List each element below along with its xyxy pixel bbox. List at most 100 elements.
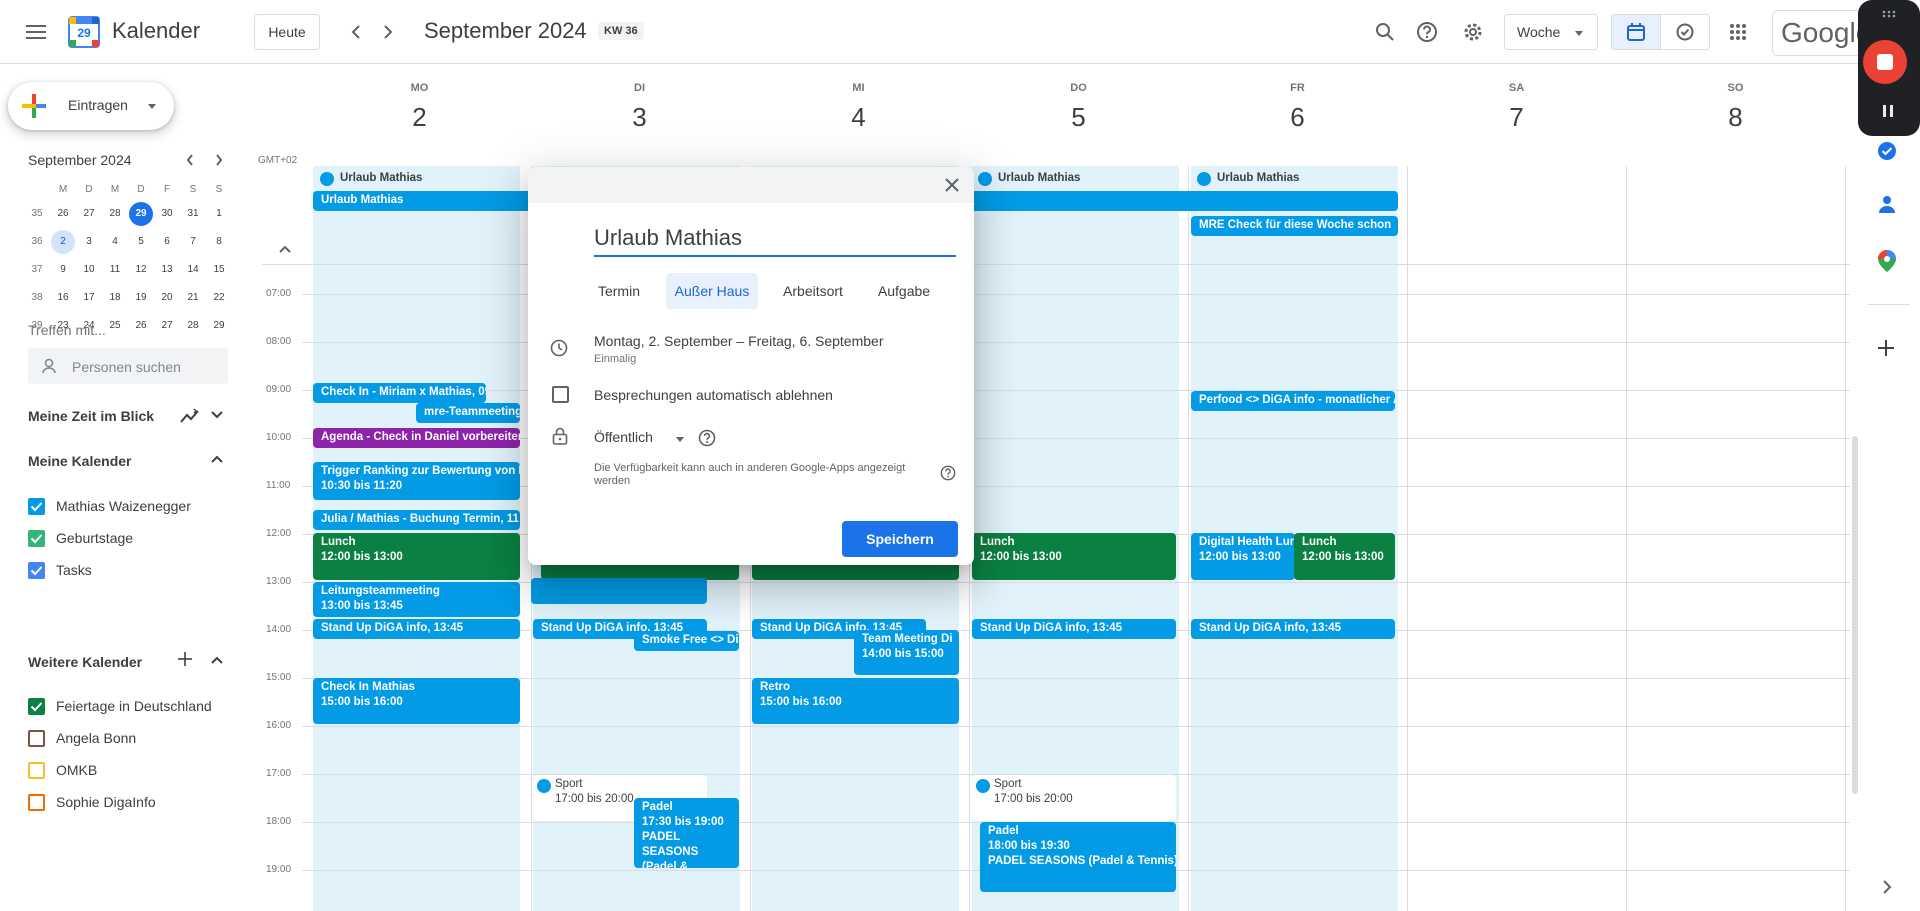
event-block[interactable]: Lunch 12:00 bis 13:00: [1294, 533, 1395, 580]
event-title: Urlaub Mathias: [321, 194, 404, 206]
event-time: 15:00 bis 16:00: [760, 696, 842, 708]
event-title: Sport: [994, 778, 1022, 790]
decline-meetings-checkbox[interactable]: [552, 386, 569, 403]
event-block[interactable]: Padel 17:30 bis 19:00 PADEL SEASONS (Padel…: [634, 798, 739, 868]
event-block[interactable]: Perfood <> DiGA info - monatlicher A: [1191, 391, 1395, 411]
date-range-text[interactable]: Montag, 2. September – Freitag, 6. Septe…: [594, 333, 884, 349]
availability-note: Die Verfügbarkeit kann auch in anderen G…: [594, 462, 906, 487]
hour-label: 16:00: [266, 720, 292, 731]
event-block[interactable]: Trigger Ranking zur Bewertung von L 10:30…: [313, 462, 520, 500]
event-title: Trigger Ranking zur Bewertung von L: [321, 465, 520, 477]
event-block[interactable]: Lunch 12:00 bis 13:00: [972, 533, 1176, 580]
event-title: Team Meeting Di: [862, 633, 953, 645]
tab-ausser-haus[interactable]: Außer Haus: [666, 273, 758, 309]
visibility-value: Öffentlich: [594, 429, 653, 445]
event-title: Urlaub Mathias: [340, 172, 423, 184]
allday-chip-mo[interactable]: Urlaub Mathias: [314, 168, 518, 188]
event-block[interactable]: [531, 578, 707, 604]
event-time: 17:00 bis 20:00: [994, 793, 1073, 805]
day-column-divider: [1626, 166, 1627, 911]
event-time: 17:30 bis 19:00: [642, 816, 724, 828]
chevron-down-icon[interactable]: [676, 437, 684, 442]
event-time: 15:00 bis 16:00: [321, 696, 403, 708]
event-time: 13:00 bis 13:45: [321, 600, 403, 612]
help-icon[interactable]: [940, 465, 956, 481]
task-icon: [976, 779, 990, 793]
close-icon[interactable]: [940, 173, 964, 197]
hour-label: 18:00: [266, 816, 292, 827]
event-title: Lunch: [980, 536, 1015, 548]
day-column-divider: [1188, 166, 1189, 911]
event-block[interactable]: Agenda - Check in Daniel vorbereiten: [313, 428, 520, 448]
lock-icon: [552, 427, 568, 445]
event-title-input[interactable]: Urlaub Mathias: [594, 225, 956, 257]
event-block[interactable]: Julia / Mathias - Buchung Termin, 11: [313, 510, 520, 530]
event-title: Perfood <> DiGA info - monatlicher A: [1199, 394, 1395, 406]
allday-chip-do[interactable]: Urlaub Mathias: [972, 168, 1176, 188]
event-time: 14:00 bis 15:00: [862, 648, 944, 660]
tab-arbeitsort[interactable]: Arbeitsort: [768, 273, 858, 309]
event-block[interactable]: Team Meeting Di 14:00 bis 15:00: [854, 630, 959, 675]
event-time: 12:00 bis 13:00: [321, 551, 403, 563]
save-button[interactable]: Speichern: [842, 521, 958, 557]
event-title: Stand Up DiGA info, 13:45: [980, 622, 1123, 634]
event-time: 10:30 bis 11:20: [321, 480, 403, 492]
event-block[interactable]: mre-Teammeeting: [416, 403, 520, 423]
event-block[interactable]: Smoke Free <> Di: [634, 631, 739, 651]
event-block[interactable]: Check In - Miriam x Mathias, 09: [313, 383, 486, 403]
event-time: 12:00 bis 13:00: [1302, 551, 1384, 563]
grid-scrollbar[interactable]: [1852, 436, 1858, 794]
event-block[interactable]: Leitungsteammeeting 13:00 bis 13:45: [313, 582, 520, 617]
day-column-divider: [1407, 166, 1408, 911]
event-location: PADEL SEASONS (Padel & Tennis): [988, 855, 1176, 867]
event-title: Padel: [642, 801, 673, 813]
allday-divider: [262, 264, 1850, 265]
event-time: 12:00 bis 13:00: [980, 551, 1062, 563]
hour-label: 09:00: [266, 384, 292, 395]
event-block[interactable]: Digital Health Lun 12:00 bis 13:00: [1191, 533, 1295, 580]
event-title: Agenda - Check in Daniel vorbereiten: [321, 431, 520, 443]
hour-label: 08:00: [266, 336, 292, 347]
hour-label: 11:00: [266, 480, 291, 491]
event-title: Check In - Miriam x Mathias, 09: [321, 386, 486, 398]
event-title: MRE Check für diese Woche schon: [1199, 219, 1392, 231]
hour-label: 14:00: [266, 624, 292, 635]
event-block[interactable]: Stand Up DiGA info, 13:45: [1191, 619, 1395, 639]
event-title: Sport: [555, 778, 583, 790]
hour-label: 19:00: [266, 864, 292, 875]
allday-chip-fr[interactable]: Urlaub Mathias: [1191, 168, 1395, 188]
tab-termin[interactable]: Termin: [586, 273, 652, 309]
recurrence-text[interactable]: Einmalig: [594, 353, 636, 365]
event-block[interactable]: Padel 18:00 bis 19:30 PADEL SEASONS (Padel…: [980, 822, 1176, 892]
hour-gridline: [302, 678, 1850, 679]
event-title: Lunch: [321, 536, 356, 548]
hour-label: 15:00: [266, 672, 292, 683]
hour-label: 12:00: [266, 528, 292, 539]
event-title: Leitungsteammeeting: [321, 585, 440, 597]
event-title: Julia / Mathias - Buchung Termin, 11: [321, 513, 519, 525]
visibility-select[interactable]: Öffentlich: [594, 429, 653, 445]
event-block[interactable]: Retro 15:00 bis 16:00: [752, 678, 959, 724]
allday-task-event[interactable]: MRE Check für diese Woche schon: [1191, 216, 1398, 236]
event-title: Check In Mathias: [321, 681, 415, 693]
event-title: Urlaub Mathias: [998, 172, 1081, 184]
event-title: mre-Teammeeting: [424, 406, 520, 418]
hour-label: 10:00: [266, 432, 292, 443]
event-block[interactable]: Stand Up DiGA info, 13:45: [972, 619, 1176, 639]
hour-label: 13:00: [266, 576, 292, 587]
event-block[interactable]: Stand Up DiGA info, 13:45: [313, 619, 520, 639]
hour-label: 07:00: [266, 288, 292, 299]
hour-gridline: [302, 726, 1850, 727]
event-block[interactable]: Lunch 12:00 bis 13:00: [313, 533, 520, 580]
event-title: Padel: [988, 825, 1019, 837]
event-block[interactable]: Sport 17:00 bis 20:00: [972, 775, 1176, 821]
event-title: Lunch: [1302, 536, 1337, 548]
decline-meetings-label: Besprechungen automatisch ablehnen: [594, 387, 833, 403]
clock-icon: [550, 339, 568, 357]
help-icon[interactable]: [698, 429, 716, 447]
quick-event-dialog: Urlaub Mathias Termin Außer Haus Arbeits…: [528, 167, 974, 565]
dialog-drag-bar[interactable]: [528, 167, 974, 203]
event-block[interactable]: Check In Mathias 15:00 bis 16:00: [313, 678, 520, 724]
task-icon: [537, 779, 551, 793]
tab-aufgabe[interactable]: Aufgabe: [864, 273, 944, 309]
